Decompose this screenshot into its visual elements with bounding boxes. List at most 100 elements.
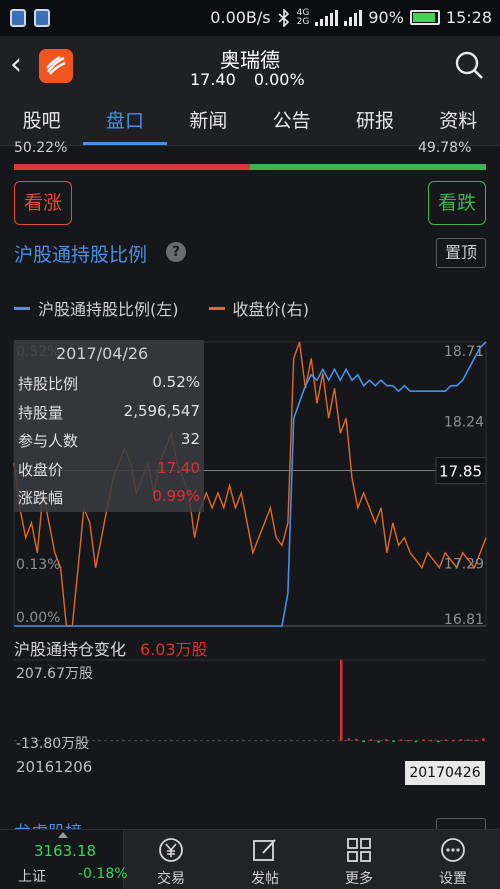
bottom-nav: 3163.18 上证 -0.18% 交易 发帖 更多 设置 xyxy=(0,829,500,889)
bull-fill xyxy=(14,164,250,170)
tooltip-value: 0.52% xyxy=(152,373,200,391)
help-icon[interactable]: ? xyxy=(166,242,186,262)
holding-change-bar xyxy=(384,739,388,741)
bull-ratio: 50.22% xyxy=(14,140,68,154)
right-tick-label: 16.81 xyxy=(444,612,484,628)
tooltip-value: 0.99% xyxy=(152,487,200,505)
tooltip-row: 持股量 2,596,547 xyxy=(18,402,200,423)
left-tick-label: 0.13% xyxy=(16,557,60,573)
tooltip-row: 涨跌幅 0.99% xyxy=(18,487,200,508)
tooltip-value: 32 xyxy=(180,430,200,448)
tooltip-value: 2,596,547 xyxy=(123,402,200,420)
holding-change-bar xyxy=(369,739,373,741)
nav-more-label: 更多 xyxy=(345,871,373,887)
holding-change-label: 沪股通持仓变化 xyxy=(14,640,127,659)
tab-news[interactable]: 新闻 xyxy=(167,98,250,145)
nav-more[interactable]: 更多 xyxy=(312,830,406,889)
legend-close-label: 收盘价(右) xyxy=(232,300,310,319)
tab-profile[interactable]: 资料 xyxy=(417,98,500,145)
right-tick-label: 17.29 xyxy=(444,556,484,572)
clock: 15:28 xyxy=(445,8,492,27)
holding-change-bar xyxy=(452,739,455,742)
grid-icon xyxy=(347,838,371,862)
right-tick-label: 18.71 xyxy=(444,344,484,360)
holding-change-bar xyxy=(362,740,365,743)
selected-date: 20170426 xyxy=(405,761,485,785)
bear-fill xyxy=(250,164,486,170)
right-tick-label: 18.24 xyxy=(444,414,484,430)
stock-name: 奥瑞德 xyxy=(220,48,280,72)
holding-change-bar xyxy=(347,738,350,741)
holding-change-bar xyxy=(340,660,343,741)
index-ticker[interactable]: 3163.18 上证 -0.18% xyxy=(0,830,128,889)
sentiment-bar xyxy=(14,164,486,170)
holding-change-bar xyxy=(444,739,448,741)
expand-up-icon[interactable] xyxy=(58,832,68,838)
holding-change-bar xyxy=(399,739,403,741)
shield-icon xyxy=(10,9,26,27)
chart-tooltip: 2017/04/26 持股比例 0.52% 持股量 2,596,547 参与人数… xyxy=(14,340,204,512)
search-icon[interactable] xyxy=(454,50,484,80)
nav-trade[interactable]: 交易 xyxy=(124,830,218,889)
app-notification-icon xyxy=(34,9,50,27)
tooltip-row: 收盘价 17.40 xyxy=(18,459,200,480)
holding-change-bar xyxy=(377,740,380,743)
tooltip-row: 持股比例 0.52% xyxy=(18,373,200,394)
holding-change-bar xyxy=(467,739,470,741)
tab-research[interactable]: 研报 xyxy=(333,98,416,145)
chart-legend: 沪股通持股比例(左) 收盘价(右) xyxy=(14,296,309,320)
holding-change-bar xyxy=(414,740,418,743)
index-name: 上证 xyxy=(18,869,46,885)
legend-ratio-label: 沪股通持股比例(左) xyxy=(38,300,179,319)
stock-price: 17.40 xyxy=(190,70,236,89)
signal-icon xyxy=(315,9,339,26)
legend-ratio-swatch xyxy=(14,306,30,310)
bar-tick-label: 207.67万股 xyxy=(16,666,93,682)
tab-announcements[interactable]: 公告 xyxy=(250,98,333,145)
holding-change-bar xyxy=(354,738,358,741)
stock-quote: 17.40 0.00% xyxy=(190,70,305,89)
tab-pankou[interactable]: 盘口 xyxy=(83,98,167,145)
index-change: -0.18% xyxy=(78,866,128,882)
section-title: 沪股通持股比例 xyxy=(14,244,148,266)
stock-header: ‹ 奥瑞德 17.40 0.00% xyxy=(0,36,500,98)
nav-settings[interactable]: 设置 xyxy=(406,830,500,889)
tooltip-label: 参与人数 xyxy=(18,432,79,450)
tooltip-label: 涨跌幅 xyxy=(18,489,64,507)
yen-icon xyxy=(159,838,183,862)
battery-percent: 90% xyxy=(368,8,404,27)
status-bar: 0.00B/s 4G 2G 90% 15:28 xyxy=(0,0,500,36)
bullish-button[interactable]: 看涨 xyxy=(14,181,72,225)
holding-change-value: 6.03万股 xyxy=(140,640,208,659)
left-tick-label: 0.00% xyxy=(16,610,60,626)
legend-close-swatch xyxy=(208,306,225,310)
notification-icons xyxy=(10,9,50,27)
tooltip-label: 收盘价 xyxy=(18,461,64,479)
network-type: 4G 2G xyxy=(296,7,310,27)
index-value: 3163.18 xyxy=(34,842,97,860)
holding-change-bar xyxy=(437,740,440,743)
start-date: 20161206 xyxy=(16,758,93,776)
edit-icon xyxy=(253,839,276,861)
holding-change-bar xyxy=(474,739,478,742)
network-speed: 0.00B/s xyxy=(210,8,271,27)
tab-guba[interactable]: 股吧 xyxy=(0,98,83,145)
pin-top-button[interactable]: 置顶 xyxy=(436,238,486,268)
holding-change-bars xyxy=(340,660,485,743)
holding-change-bar xyxy=(422,739,425,741)
bear-ratio: 49.78% xyxy=(418,140,472,154)
tooltip-label: 持股比例 xyxy=(18,375,79,393)
signal-2-icon xyxy=(344,9,363,26)
tooltip-row: 参与人数 32 xyxy=(18,430,200,451)
battery-icon xyxy=(409,10,440,25)
nav-post-label: 发帖 xyxy=(251,871,279,887)
more-dots-icon xyxy=(441,838,465,862)
tooltip-value: 17.40 xyxy=(157,459,200,477)
nav-post[interactable]: 发帖 xyxy=(218,830,312,889)
bearish-button[interactable]: 看跌 xyxy=(428,181,486,225)
legend-close: 收盘价(右) xyxy=(208,296,310,320)
holding-change-bar xyxy=(429,739,433,742)
holding-change-bar xyxy=(407,739,410,742)
holding-change-bar xyxy=(392,740,395,743)
stock-change: 0.00% xyxy=(253,70,305,89)
